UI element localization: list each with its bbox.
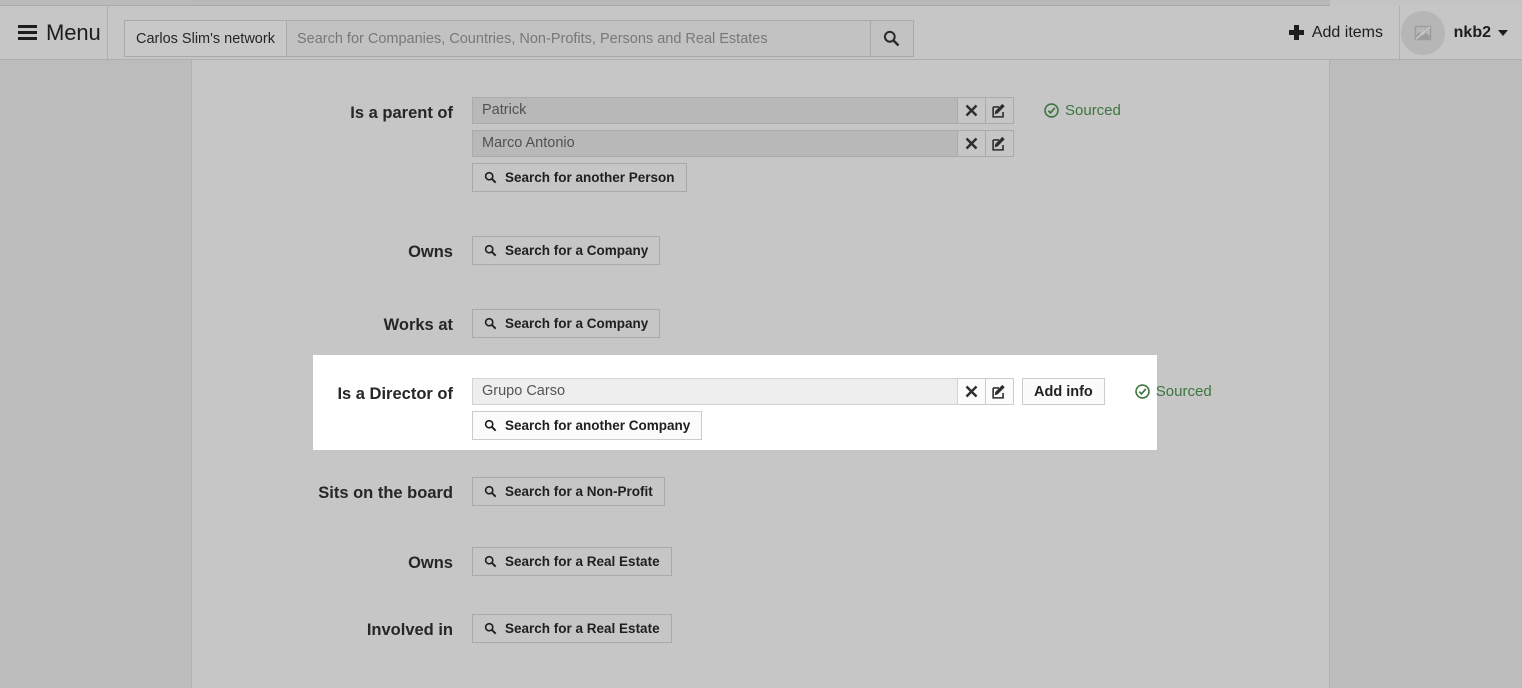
remove-entity-button[interactable]	[958, 97, 986, 124]
relationship-row-label: Is a Director of	[337, 385, 453, 403]
add-items-button[interactable]: Add items	[1273, 6, 1400, 59]
search-entity-button[interactable]: Search for a Non-Profit	[472, 477, 665, 506]
menu-button-label: Menu	[46, 19, 101, 45]
relationship-row-fields: Patrick Sourced Marco Antonio Search for an…	[472, 97, 1331, 192]
search-entity-button-label: Search for a Real Estate	[505, 621, 660, 636]
relationship-row: Is a parent of Patrick Sourced Marco Antoni…	[192, 97, 1331, 192]
pencil-square-icon	[992, 136, 1005, 151]
search-entity-button[interactable]: Search for another Company	[472, 411, 703, 440]
relationship-row: Owns Search for a Real Estate	[192, 547, 1331, 576]
broken-image-icon	[1414, 25, 1431, 40]
search-entity-button-label: Search for another Person	[505, 170, 675, 185]
relationship-row: Involved in Search for a Real Estate	[192, 614, 1331, 643]
search-icon	[884, 30, 900, 47]
relationship-row-fields: Search for a Company	[472, 309, 1331, 338]
relationship-row: Sits on the board Search for a Non-Profit	[192, 477, 1331, 506]
pencil-square-icon	[992, 103, 1005, 118]
global-search-group: Carlos Slim's network	[124, 20, 914, 57]
search-icon	[484, 485, 497, 498]
add-info-button[interactable]: Add info	[1022, 378, 1105, 405]
pencil-square-icon	[992, 384, 1005, 399]
sourced-status-badge: Sourced	[1135, 378, 1212, 405]
relationship-row-fields: Search for a Company	[472, 236, 1331, 265]
search-icon	[484, 244, 497, 257]
relationship-row-fields: Search for a Non-Profit	[472, 477, 1331, 506]
search-icon	[484, 171, 497, 184]
relationship-row-label: Involved in	[366, 621, 453, 639]
relationship-row-label: Owns	[408, 554, 453, 572]
search-entity-button[interactable]: Search for a Real Estate	[472, 547, 672, 576]
relationship-row-label: Owns	[408, 243, 453, 261]
edit-entity-button[interactable]	[986, 97, 1014, 124]
entity-name-input[interactable]: Patrick	[472, 97, 958, 124]
search-entity-button-label: Search for a Company	[505, 316, 649, 331]
user-menu-button[interactable]: nkb2	[1400, 6, 1508, 59]
search-icon	[484, 317, 497, 330]
search-entity-button[interactable]: Search for a Company	[472, 309, 661, 338]
global-search-submit-button[interactable]	[869, 20, 914, 57]
times-icon	[965, 137, 978, 150]
search-entity-button[interactable]: Search for a Real Estate	[472, 614, 672, 643]
sourced-label: Sourced	[1065, 102, 1121, 119]
search-icon	[484, 555, 497, 568]
relationship-row: Works at Search for a Company	[192, 309, 1331, 338]
user-name-label: nkb2	[1453, 23, 1491, 41]
search-entity-button[interactable]: Search for a Company	[472, 236, 661, 265]
plus-icon	[1288, 25, 1304, 40]
sourced-status-badge: Sourced	[1044, 97, 1121, 124]
relationship-row-fields: Search for a Real Estate	[472, 614, 1331, 643]
entity-name-input[interactable]: Marco Antonio	[472, 130, 958, 157]
edit-entity-button[interactable]	[986, 130, 1014, 157]
search-entity-button[interactable]: Search for another Person	[472, 163, 687, 192]
remove-entity-button[interactable]	[958, 378, 986, 405]
relationship-row-fields: Search for a Real Estate	[472, 547, 1331, 576]
search-entity-button-label: Search for a Non-Profit	[505, 484, 653, 499]
network-scope-tag[interactable]: Carlos Slim's network	[124, 20, 286, 57]
relationship-row: Owns Search for a Company	[192, 236, 1331, 265]
avatar	[1400, 10, 1445, 55]
relationship-row-label: Sits on the board	[318, 484, 453, 502]
relationship-row-label: Works at	[383, 316, 453, 334]
add-items-label: Add items	[1311, 23, 1383, 41]
content-panel: Is a parent of Patrick Sourced Marco Antoni…	[191, 60, 1330, 688]
relationship-row: Is a Director of Grupo Carso Add info Sourc…	[192, 378, 1331, 440]
top-navbar: Menu Carlos Slim's network Add items nkb…	[0, 6, 1522, 60]
hamburger-icon	[18, 22, 37, 43]
search-entity-button-label: Search for another Company	[505, 418, 691, 433]
search-icon	[484, 622, 497, 635]
remove-entity-button[interactable]	[958, 130, 986, 157]
sourced-label: Sourced	[1155, 383, 1212, 400]
global-search-input[interactable]	[285, 20, 870, 57]
check-circle-icon	[1135, 384, 1150, 399]
menu-button[interactable]: Menu	[0, 6, 108, 59]
times-icon	[965, 385, 978, 398]
check-circle-icon	[1044, 103, 1059, 118]
edit-entity-button[interactable]	[986, 378, 1014, 405]
relationship-row-fields: Grupo Carso Add info Sourced Search for ano…	[472, 378, 1331, 440]
relationship-row-label: Is a parent of	[350, 104, 453, 122]
caret-down-icon	[1498, 29, 1508, 36]
entity-line: Marco Antonio	[472, 130, 1331, 157]
entity-line: Patrick Sourced	[472, 97, 1331, 124]
times-icon	[965, 104, 978, 117]
search-entity-button-label: Search for a Real Estate	[505, 554, 660, 569]
search-icon	[484, 419, 497, 432]
search-entity-button-label: Search for a Company	[505, 243, 649, 258]
entity-name-input[interactable]: Grupo Carso	[472, 378, 958, 405]
entity-line: Grupo Carso Add info Sourced	[472, 378, 1331, 405]
